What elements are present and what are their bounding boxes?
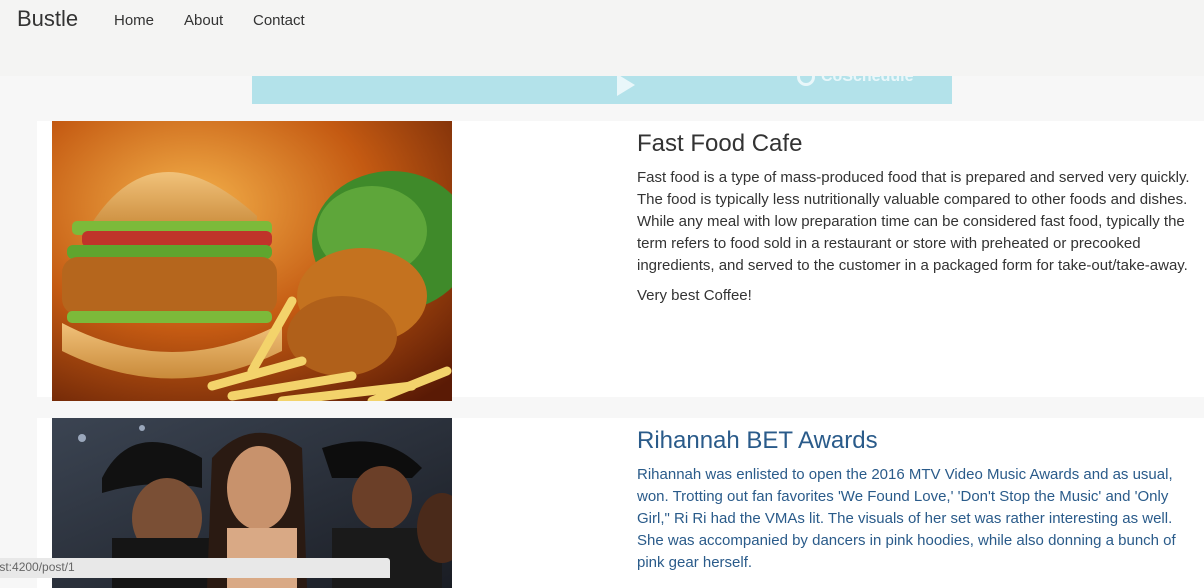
post-body: Rihannah was enlisted to open the 2016 M… [637,466,1176,571]
post-extra-text: Very best Coffee! [637,287,752,304]
browser-status-bar: host:4200/post/1 [0,558,390,578]
play-icon [617,74,635,96]
status-url: host:4200/post/1 [0,560,75,574]
fast-food-image [52,121,452,401]
nav-about-link[interactable]: About [184,12,223,29]
navbar: Bustle Home About Contact [0,0,1204,76]
nav-home-link[interactable]: Home [114,12,154,29]
post-card[interactable]: Fast Food Cafe Fast food is a type of ma… [37,121,1204,401]
post-title[interactable]: Rihannah BET Awards [637,427,878,455]
nav-contact-link[interactable]: Contact [253,12,305,29]
post-body: Fast food is a type of mass-produced foo… [637,169,1190,274]
brand-logo[interactable]: Bustle [17,6,78,32]
post-title[interactable]: Fast Food Cafe [637,130,802,158]
